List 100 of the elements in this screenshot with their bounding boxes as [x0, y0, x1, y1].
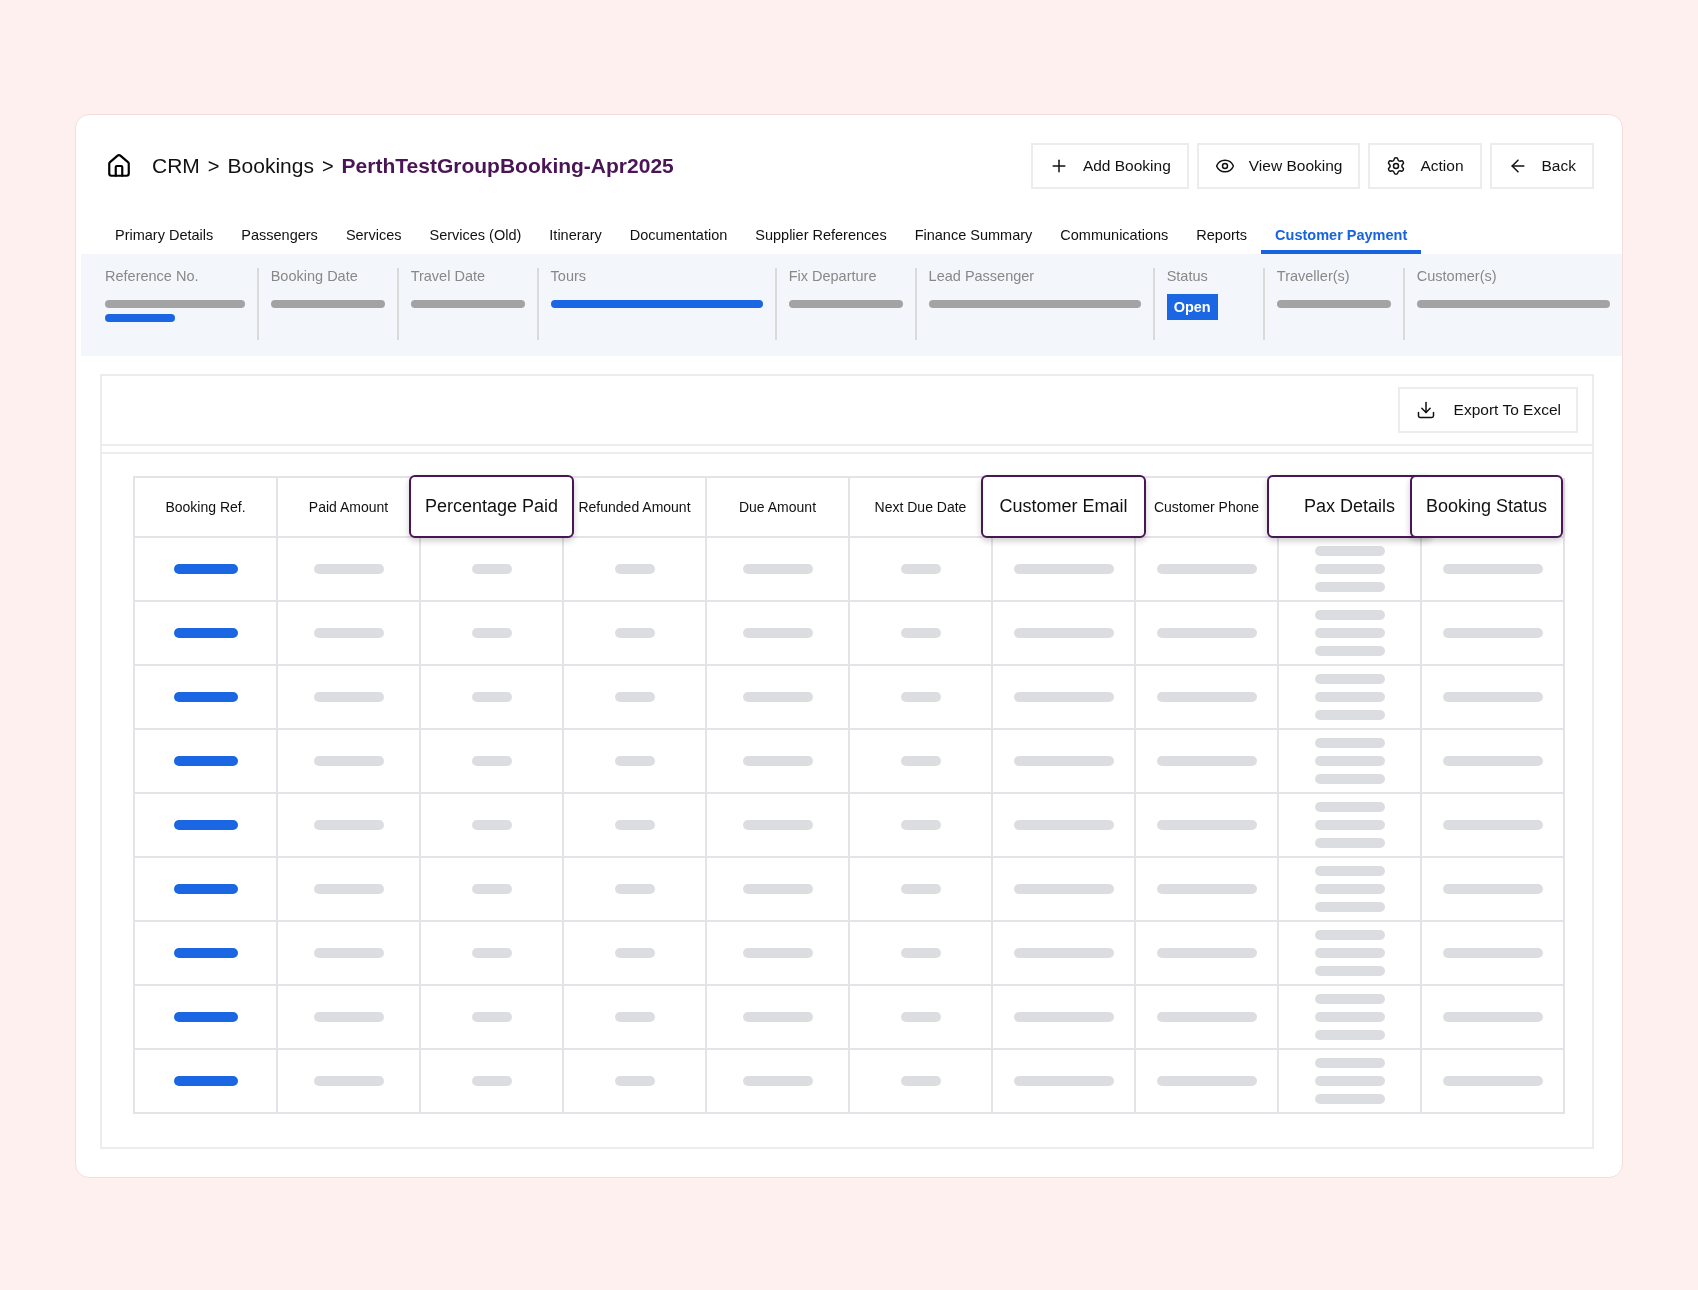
tab[interactable]: Reports — [1182, 217, 1262, 254]
placeholder-bar — [1314, 628, 1385, 638]
placeholder-bar — [900, 692, 941, 702]
placeholder-bar — [614, 692, 655, 702]
placeholder-bar — [173, 884, 238, 894]
placeholder-bar — [614, 1076, 655, 1086]
tab[interactable]: Passengers — [227, 217, 332, 254]
placeholder-bar — [313, 1012, 384, 1022]
highlighted-column-header: Booking Status — [1410, 475, 1563, 538]
column-header: Customer Phone — [1153, 499, 1260, 515]
placeholder-bar — [614, 1012, 655, 1022]
column-header: Due Amount — [738, 499, 817, 515]
placeholder-bar — [614, 884, 655, 894]
placeholder-bar — [614, 820, 655, 830]
placeholder-bar — [900, 820, 941, 830]
placeholder-bar — [173, 1076, 238, 1086]
home-icon[interactable] — [106, 153, 132, 179]
placeholder-bar — [471, 948, 512, 958]
export-button[interactable]: Export To Excel — [1397, 387, 1578, 433]
placeholder-bar — [1314, 1030, 1385, 1040]
field-label: Customer(s) — [1416, 268, 1498, 284]
placeholder-bar — [1314, 820, 1385, 830]
placeholder-bar — [1314, 610, 1385, 620]
placeholder-bar — [471, 884, 512, 894]
placeholder-bar — [1314, 966, 1385, 976]
placeholder-bar — [1314, 838, 1385, 848]
tab[interactable]: Documentation — [615, 217, 742, 254]
tab[interactable]: Services — [331, 217, 416, 254]
breadcrumb-separator: > — [321, 154, 334, 178]
placeholder-bar — [313, 756, 384, 766]
placeholder-bar — [1314, 674, 1385, 684]
field-label: Tours — [550, 268, 588, 284]
placeholder-bar — [173, 1012, 238, 1022]
eye-icon — [1214, 156, 1235, 176]
placeholder-bar — [742, 948, 813, 958]
tab[interactable]: Itinerary — [535, 217, 616, 254]
tab[interactable]: Communications — [1046, 217, 1183, 254]
tab[interactable]: Finance Summary — [900, 217, 1047, 254]
field-label: Reference No. — [105, 268, 200, 284]
field-label: Status — [1166, 268, 1209, 284]
placeholder-bar — [1314, 546, 1385, 556]
placeholder-bar — [1314, 564, 1385, 574]
download-icon — [1415, 400, 1436, 420]
placeholder-bar — [173, 948, 238, 958]
placeholder-bar — [900, 628, 941, 638]
placeholder-bar — [742, 1012, 813, 1022]
placeholder-bar — [471, 1012, 512, 1022]
breadcrumb-separator: > — [207, 154, 220, 178]
placeholder-bar — [105, 314, 175, 322]
breadcrumb-link[interactable]: CRM — [152, 154, 200, 178]
placeholder-bar — [173, 628, 238, 638]
placeholder-bar — [1314, 948, 1385, 958]
column-header: Paid Amount — [308, 499, 389, 515]
column-header: Booking Ref. — [165, 499, 246, 515]
tab[interactable]: Supplier References — [741, 217, 901, 254]
placeholder-bar — [742, 564, 813, 574]
breadcrumb-link[interactable]: PerthTestGroupBooking-Apr2025 — [341, 154, 674, 178]
field-label: Lead Passenger — [928, 268, 1036, 284]
field-label: Travel Date — [410, 268, 487, 284]
placeholder-bar — [900, 756, 941, 766]
placeholder-bar — [173, 820, 238, 830]
settings-icon — [1386, 156, 1407, 176]
placeholder-bar — [1314, 692, 1385, 702]
placeholder-bar — [1314, 756, 1385, 766]
toolbar-button[interactable]: View Booking — [1196, 143, 1361, 189]
placeholder-bar — [614, 948, 655, 958]
placeholder-bar — [173, 756, 238, 766]
placeholder-bar — [614, 564, 655, 574]
placeholder-bar — [900, 1076, 941, 1086]
placeholder-bar — [900, 884, 941, 894]
placeholder-bar — [313, 564, 384, 574]
field-label: Traveller(s) — [1276, 268, 1351, 284]
toolbar-button[interactable]: Back — [1489, 143, 1594, 189]
placeholder-bar — [742, 884, 813, 894]
placeholder-bar — [742, 820, 813, 830]
placeholder-bar — [1314, 866, 1385, 876]
breadcrumb-link[interactable]: Bookings — [227, 154, 314, 178]
highlighted-column-header: Percentage Paid — [409, 475, 574, 538]
placeholder-bar — [742, 1076, 813, 1086]
placeholder-bar — [313, 948, 384, 958]
placeholder-bar — [742, 756, 813, 766]
field-label: Fix Departure — [788, 268, 878, 284]
tab[interactable]: Services (Old) — [415, 217, 536, 254]
placeholder-bar — [313, 884, 384, 894]
placeholder-bar — [900, 948, 941, 958]
tab[interactable]: Primary Details — [101, 217, 228, 254]
placeholder-bar — [173, 564, 238, 574]
placeholder-bar — [1314, 1094, 1385, 1104]
placeholder-bar — [1314, 930, 1385, 940]
column-header: Next Due Date — [874, 499, 967, 515]
placeholder-bar — [1314, 884, 1385, 894]
toolbar-button[interactable]: Action — [1368, 143, 1482, 189]
placeholder-bar — [1314, 710, 1385, 720]
field-label: Booking Date — [270, 268, 359, 284]
placeholder-bar — [313, 692, 384, 702]
placeholder-bar — [313, 1076, 384, 1086]
placeholder-bar — [1314, 994, 1385, 1004]
placeholder-bar — [614, 756, 655, 766]
status-badge: Open — [1166, 294, 1218, 320]
toolbar-button[interactable]: Add Booking — [1030, 143, 1189, 189]
